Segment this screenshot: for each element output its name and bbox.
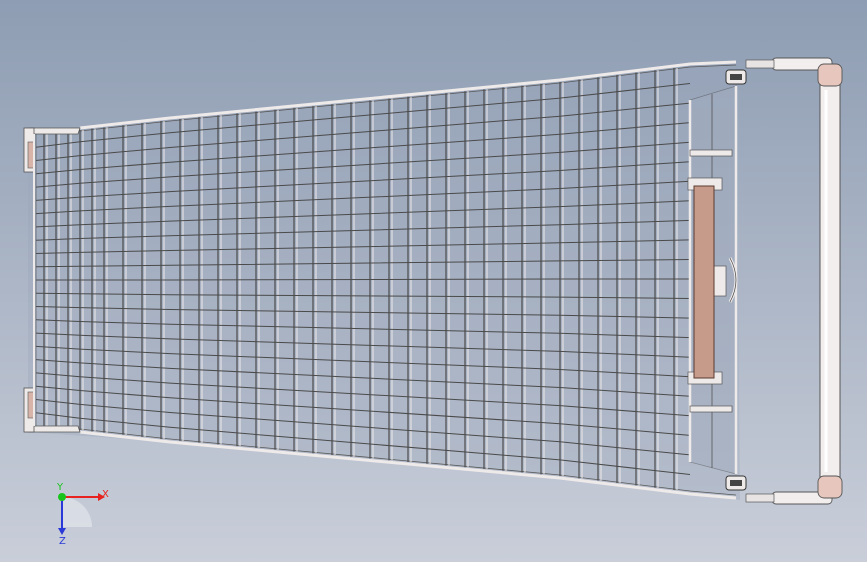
triad-y-axis-dot	[58, 493, 66, 501]
shopping-cart-model[interactable]	[23, 57, 843, 505]
child-seat-pad	[693, 185, 715, 379]
triad-x-label: X	[102, 489, 109, 500]
cad-viewport[interactable]: X Z Y	[0, 0, 867, 562]
triad-z-label: Z	[59, 536, 66, 547]
triad-y-label: Y	[56, 482, 64, 493]
